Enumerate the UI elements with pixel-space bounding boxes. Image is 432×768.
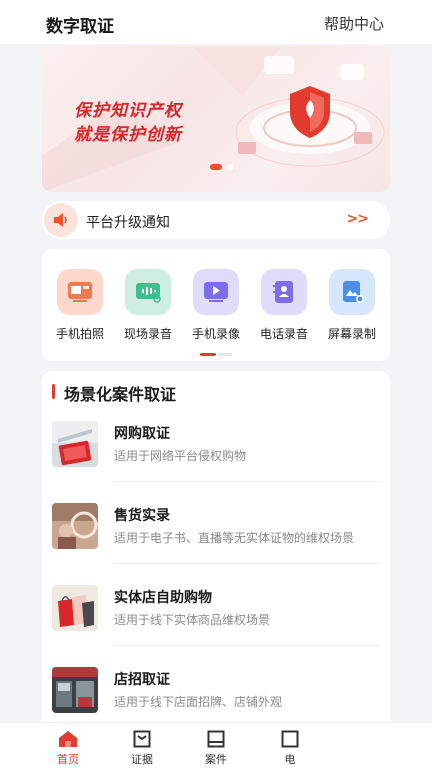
notice-text: 平台升级通知 bbox=[86, 215, 170, 231]
banner-slogan-line2: 就是保护创新 bbox=[74, 125, 182, 145]
indicator-inactive bbox=[218, 353, 232, 356]
case-item-storefront-sign[interactable]: 店招取证 适用于线下店面招牌、店铺外观 bbox=[42, 617, 390, 713]
tab-home[interactable]: 首页 bbox=[38, 729, 98, 767]
contact-book-icon bbox=[261, 269, 307, 315]
video-play-icon bbox=[193, 269, 239, 315]
more-icon bbox=[260, 729, 320, 749]
speaker-icon bbox=[44, 203, 78, 237]
case-name: 实体店自助购物 bbox=[114, 590, 212, 606]
banner-slogan-line1: 保护知识产权 bbox=[74, 101, 182, 121]
promo-banner[interactable]: 保护知识产权 就是保护创新 bbox=[42, 46, 390, 192]
scenario-cases-panel: 场景化案件取证 网购取证 适用于网络平台侵权购物 售货实录 适用于电子书、直播等… bbox=[42, 371, 390, 731]
case-item-sales-record[interactable]: 售货实录 适用于电子书、直播等无实体证物的维权场景 bbox=[42, 453, 390, 564]
indicator-active bbox=[200, 353, 216, 356]
help-center-link[interactable]: 帮助中心 bbox=[324, 13, 384, 34]
case-item-online-shopping[interactable]: 网购取证 适用于网络平台侵权购物 bbox=[42, 371, 390, 482]
case-name: 店招取证 bbox=[114, 672, 170, 688]
case-name: 网购取证 bbox=[114, 426, 170, 442]
tool-label: 屏幕录制 bbox=[327, 327, 376, 341]
tool-label: 手机拍照 bbox=[55, 327, 104, 341]
case-icon bbox=[186, 729, 246, 749]
evidence-tools-panel: 手机拍照 现场录音 手机录像 电话录音 屏幕录制 bbox=[42, 249, 390, 361]
case-desc: 适用于线下店面招牌、店铺外观 bbox=[114, 695, 283, 709]
tool-screen-record[interactable]: 屏幕录制 bbox=[322, 269, 382, 342]
screen-record-icon bbox=[329, 269, 375, 315]
tool-label: 手机录像 bbox=[191, 327, 240, 341]
case-name: 售货实录 bbox=[114, 508, 170, 524]
tool-label: 电话录音 bbox=[259, 327, 308, 341]
banner-dot-active[interactable] bbox=[210, 164, 222, 170]
tool-live-audio[interactable]: 现场录音 bbox=[118, 269, 178, 342]
tool-phone-video[interactable]: 手机录像 bbox=[186, 269, 246, 342]
notice-bar[interactable]: 平台升级通知 >> bbox=[42, 201, 390, 239]
app-title: 数字取证 bbox=[46, 17, 114, 37]
tools-page-indicator bbox=[200, 353, 232, 356]
tab-label: 案件 bbox=[205, 753, 227, 766]
case-item-store-self-shopping[interactable]: 实体店自助购物 适用于线下实体商品维权场景 bbox=[42, 535, 390, 646]
tab-label: 证据 bbox=[131, 753, 153, 766]
audio-wave-icon bbox=[125, 269, 171, 315]
evidence-icon bbox=[112, 729, 172, 749]
tab-label: 电 bbox=[284, 753, 296, 766]
bottom-tab-bar: 首页 证据 案件 电 bbox=[0, 722, 432, 768]
tab-evidence[interactable]: 证据 bbox=[112, 729, 172, 767]
photo-icon bbox=[57, 269, 103, 315]
banner-dot[interactable] bbox=[228, 164, 234, 170]
tool-phone-call-record[interactable]: 电话录音 bbox=[254, 269, 314, 342]
home-icon bbox=[38, 729, 98, 749]
storefront-thumbnail bbox=[52, 667, 98, 713]
tab-more[interactable]: 电 bbox=[260, 729, 320, 767]
top-bar: 数字取证 帮助中心 bbox=[0, 0, 432, 44]
tool-label: 现场录音 bbox=[123, 327, 172, 341]
banner-pagination[interactable] bbox=[210, 164, 234, 170]
tab-cases[interactable]: 案件 bbox=[186, 729, 246, 767]
notice-more-button[interactable]: >> bbox=[347, 211, 369, 227]
shield-icon bbox=[290, 86, 330, 138]
tab-label: 首页 bbox=[57, 753, 79, 766]
tool-phone-photo[interactable]: 手机拍照 bbox=[50, 269, 110, 342]
